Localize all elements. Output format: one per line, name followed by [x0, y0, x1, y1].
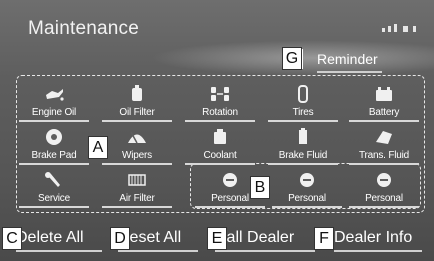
tile-label: Oil Filter	[119, 107, 155, 118]
tile-underline	[272, 206, 342, 208]
tile-underline	[102, 206, 172, 208]
tile-brake-pad[interactable]: Brake Pad	[15, 123, 93, 167]
tile-underline	[349, 206, 419, 208]
page-title: Maintenance	[28, 18, 139, 39]
callout-f: F	[314, 227, 334, 250]
reminder-label: Reminder	[317, 51, 378, 67]
tile-tires[interactable]: Tires	[264, 80, 342, 124]
tile-label: Service	[38, 193, 70, 204]
personal-icon	[223, 173, 237, 187]
tile-label: Brake Fluid	[278, 150, 328, 161]
tile-label: Battery	[368, 107, 400, 118]
tile-label: Rotation	[202, 107, 238, 118]
callout-d: D	[110, 227, 130, 250]
dealer-info-button[interactable]: Dealer Info	[334, 224, 422, 252]
tile-oil-filter[interactable]: Oil Filter	[98, 80, 176, 124]
tile-label: Personal	[288, 193, 326, 204]
tile-underline	[102, 120, 172, 122]
tile-underline	[268, 163, 338, 165]
tile-air-filter[interactable]: Air Filter	[98, 166, 176, 210]
reset-all-button[interactable]: Reset All	[118, 224, 198, 252]
tile-label: Air Filter	[119, 193, 155, 204]
tile-label: Engine Oil	[31, 107, 77, 118]
tile-label: Brake Pad	[31, 150, 77, 161]
callout-b: B	[250, 176, 270, 199]
button-underline	[118, 250, 198, 252]
tile-battery[interactable]: Battery	[345, 80, 423, 124]
air-filter-icon	[128, 174, 146, 186]
button-underline	[16, 250, 102, 252]
signal-status-icon	[382, 24, 416, 32]
oil-can-icon	[46, 89, 64, 101]
tile-personal-3[interactable]: Personal	[345, 166, 423, 210]
tile-label: Coolant	[203, 150, 237, 161]
personal-icon	[377, 173, 391, 187]
delete-all-button[interactable]: Delete All	[16, 224, 102, 252]
button-underline	[215, 250, 315, 252]
tile-rotation[interactable]: Rotation	[181, 80, 259, 124]
wrench-icon	[45, 172, 60, 187]
tile-brake-fluid[interactable]: Brake Fluid	[264, 123, 342, 167]
tire-icon	[298, 85, 308, 103]
wiper-icon	[128, 131, 146, 144]
tile-label: Tires	[292, 107, 314, 118]
call-dealer-button[interactable]: Call Dealer	[215, 224, 315, 252]
tile-underline	[185, 120, 255, 122]
oil-filter-icon	[132, 85, 142, 101]
tile-underline	[195, 206, 265, 208]
brake-pad-icon	[46, 129, 62, 145]
tile-personal-2[interactable]: Personal	[268, 166, 346, 210]
tile-underline	[349, 163, 419, 165]
reminder-button[interactable]: Reminder	[300, 48, 382, 73]
tile-trans-fluid[interactable]: Trans. Fluid	[345, 123, 423, 167]
coolant-icon	[214, 129, 226, 144]
tire-rotation-icon	[211, 87, 229, 101]
callout-a: A	[88, 136, 108, 159]
tile-label: Wipers	[122, 150, 152, 161]
delete-all-label: Delete All	[16, 229, 84, 246]
tile-label: Trans. Fluid	[358, 150, 410, 161]
tile-underline	[185, 163, 255, 165]
tile-underline	[19, 206, 89, 208]
maintenance-screen: Maintenance Reminder Engine Oil Oil Filt…	[0, 0, 434, 261]
tile-underline	[102, 163, 172, 165]
tile-engine-oil[interactable]: Engine Oil	[15, 80, 93, 124]
tile-underline	[19, 120, 89, 122]
tile-underline	[268, 120, 338, 122]
tile-underline	[19, 163, 89, 165]
dealer-info-label: Dealer Info	[334, 229, 413, 246]
tile-coolant[interactable]: Coolant	[181, 123, 259, 167]
tile-underline	[349, 120, 419, 122]
callout-e: E	[207, 227, 227, 250]
tile-wipers[interactable]: Wipers	[98, 123, 176, 167]
brake-fluid-icon	[299, 128, 307, 144]
reminder-underline	[317, 71, 382, 73]
tile-label: Personal	[365, 193, 403, 204]
battery-icon	[376, 87, 392, 101]
callout-c: C	[2, 227, 22, 250]
tile-service[interactable]: Service	[15, 166, 93, 210]
transmission-fluid-icon	[376, 131, 392, 144]
button-underline	[334, 250, 422, 252]
callout-g: G	[282, 47, 302, 70]
personal-icon	[300, 173, 314, 187]
